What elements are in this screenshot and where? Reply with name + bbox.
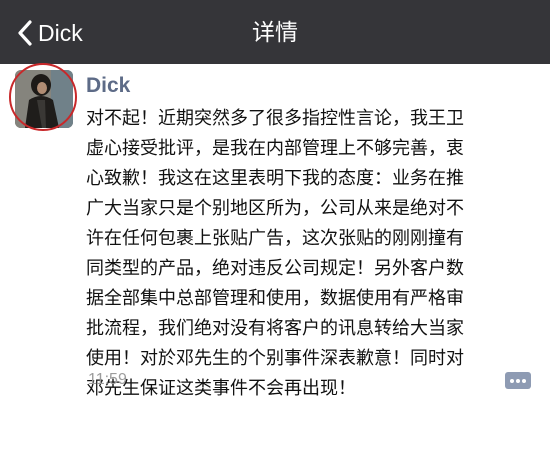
post-text-line: 广大当家只是个别地区所为，公司从来是绝对不	[86, 198, 464, 219]
post-text-line: 批流程，我们绝对没有将客户的讯息转给大当家	[86, 318, 464, 339]
post-text-line: 邓先生保证这类事件不会再出现！	[86, 378, 356, 399]
post-text-line: 虚心接受批评，是我在内部管理上不够完善，衷	[86, 138, 464, 159]
post-text-line: 使用！对於邓先生的个别事件深表歉意！同时对	[86, 348, 464, 369]
comment-more-button[interactable]	[505, 372, 531, 389]
post-text-line: 据全部集中总部管理和使用，数据使用有严格审	[86, 288, 464, 309]
post-text-line: 心致歉！我这在这里表明下我的态度：业务在推	[86, 168, 464, 189]
post-text-line: 对不起！近期突然多了很多指控性言论，我王卫	[86, 108, 464, 129]
post-text: 对不起！近期突然多了很多指控性言论，我王卫 虚心接受批评，是我在内部管理上不够完…	[86, 104, 538, 404]
avatar-container	[9, 63, 78, 131]
navigation-bar: Dick 详情	[0, 0, 550, 64]
highlight-circle	[9, 63, 77, 131]
author-name[interactable]: Dick	[86, 74, 130, 98]
post-text-line: 许在任何包裹上张贴广告，这次张贴的刚刚撞有	[86, 228, 464, 249]
post-timestamp: 11:59	[88, 371, 127, 388]
page-title: 详情	[252, 20, 298, 46]
post-text-line: 同类型的产品，绝对违反公司规定！另外客户数	[86, 258, 464, 279]
